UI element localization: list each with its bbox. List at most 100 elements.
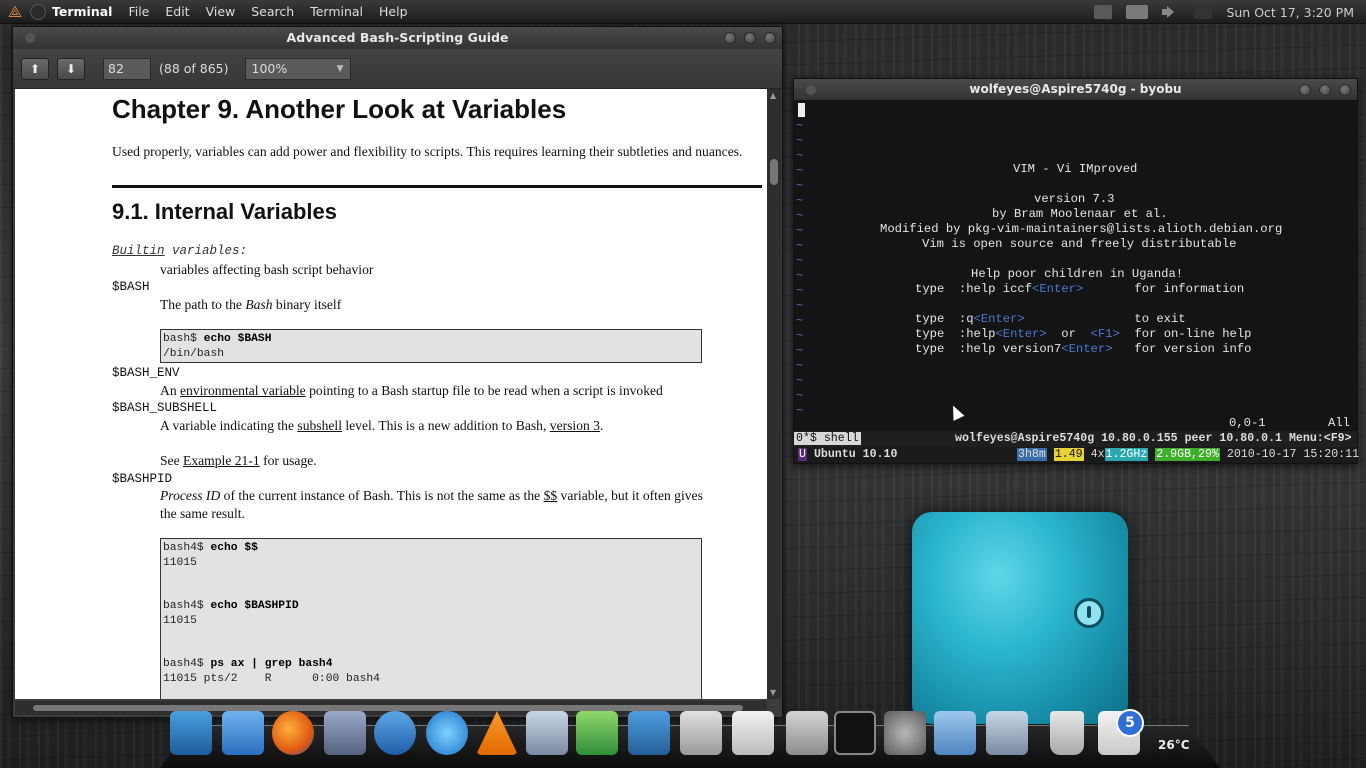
chapter-title: Chapter 9. Another Look at Variables [112, 94, 567, 124]
maximize-button[interactable] [744, 32, 756, 44]
builtin-rest: variables: [164, 244, 248, 258]
divider [112, 185, 762, 188]
terminal-icon[interactable] [834, 711, 876, 755]
pdf-window-title: Advanced Bash-Scripting Guide [286, 30, 509, 45]
menu-app-terminal[interactable]: Terminal [46, 0, 120, 24]
var-bashpid-desc: Process ID of the current instance of Ba… [160, 488, 703, 503]
vim-version: version 7.3 [1034, 192, 1115, 206]
terminal-window[interactable]: wolfeyes@Aspire5740g - byobu ~ ~ ~ ~ ~ ~ ~ ~… [793, 78, 1359, 464]
byobu-status-bar: U Ubuntu 10.10 3h8m 1.49 4x1.2GHz 2.9GB,2… [794, 447, 1359, 463]
document-page: Chapter 9. Another Look at Variables Use… [15, 89, 767, 699]
byobu-cpu-freq: 1.2GHz [1104, 448, 1149, 461]
weather-temperature[interactable]: 26°C [1158, 738, 1190, 752]
menu-search[interactable]: Search [243, 0, 302, 24]
clock[interactable]: Sun Oct 17, 3:20 PM [1226, 5, 1354, 20]
byobu-cpu-count: 4x [1090, 448, 1105, 461]
code-block-bash: bash$ echo $BASH /bin/bash [160, 329, 702, 363]
menu-edit[interactable]: Edit [157, 0, 197, 24]
code-block-bashpid: bash4$ echo $$ 11015 bash4$ echo $BASHPI… [160, 538, 702, 699]
settings-gear-icon[interactable] [884, 711, 926, 755]
menu-file[interactable]: File [120, 0, 157, 24]
byobu-stats: 3h8m 1.49 4x1.2GHz 2.9GB,29% 2010-10-17 … [1017, 447, 1359, 463]
vim-buffer[interactable]: ~ ~ ~ ~ ~ ~ ~ ~ ~ ~ ~ ~ ~ ~ ~ ~ ~ ~ ~ ~ VIM - Vi I… [796, 101, 1357, 431]
battery-icon[interactable] [1126, 5, 1149, 19]
network-icon[interactable] [1094, 5, 1113, 19]
vertical-scrollbar[interactable]: ▲ ▼ [767, 89, 781, 699]
finder-icon[interactable] [222, 711, 264, 755]
vim-ruler: 0,0-1 [1229, 416, 1266, 430]
vim-help-online: type :help<Enter> or <F1> for on-line he… [915, 327, 1252, 341]
anchor-icon[interactable] [170, 711, 212, 755]
terminal-titlebar[interactable]: wolfeyes@Aspire5740g - byobu [794, 79, 1357, 100]
image-viewer-icon[interactable] [986, 711, 1028, 755]
vertical-scroll-thumb[interactable] [770, 159, 778, 185]
trash-icon[interactable] [1050, 711, 1084, 755]
calculator-icon[interactable] [786, 711, 828, 755]
var-bash-env-desc: An environmental variable pointing to a … [160, 383, 663, 398]
chevron-down-icon: ▼ [336, 63, 344, 74]
folder-icon[interactable] [934, 711, 976, 755]
code-line: bash4$ ps ax | grep bash4 [163, 658, 333, 670]
system-tray: Sun Oct 17, 3:20 PM [1094, 0, 1366, 24]
byobu-host: wolfeyes@Aspire5740g 10.80.0.155 peer 10… [955, 432, 1352, 445]
builtin-link[interactable]: Builtin [112, 244, 165, 258]
mail-badge: 5 [1116, 709, 1144, 737]
keyhole-icon [1074, 598, 1104, 628]
maximize-button[interactable] [1319, 84, 1331, 96]
window-menu-icon[interactable] [25, 33, 35, 43]
zoom-value: 100% [251, 60, 288, 76]
textedit-icon[interactable] [732, 711, 774, 755]
environmental-variable-link[interactable]: environmental variable [180, 383, 306, 398]
vim-heading: VIM - Vi IMproved [1013, 162, 1138, 176]
example-21-1-link[interactable]: Example 21-1 [183, 453, 260, 468]
var-bashpid: $BASHPID [112, 472, 173, 486]
close-button[interactable] [1339, 84, 1351, 96]
vim-modified: Modified by pkg-vim-maintainers@lists.al… [880, 222, 1283, 236]
byobu-datetime: 2010-10-17 15:20:11 [1226, 448, 1360, 461]
dollar-dollar-link[interactable]: $$ [544, 488, 558, 503]
pdf-titlebar[interactable]: Advanced Bash-Scripting Guide [13, 27, 782, 49]
terminal-window-title: wolfeyes@Aspire5740g - byobu [969, 82, 1182, 96]
byobu-uptime: 3h8m [1017, 448, 1047, 461]
subshell-link[interactable]: subshell [297, 418, 342, 433]
pidgin-icon[interactable] [374, 711, 416, 755]
close-button[interactable] [764, 32, 776, 44]
indicator-icon[interactable] [1194, 5, 1213, 19]
byobu-window-0[interactable]: 0*$ shell [794, 432, 861, 445]
preview-icon[interactable] [526, 711, 568, 755]
minimize-button[interactable] [724, 32, 736, 44]
volume-icon[interactable] [1162, 5, 1180, 19]
firefox-icon[interactable] [272, 711, 314, 755]
zoom-select[interactable]: 100% ▼ [244, 57, 351, 80]
app-logo-icon[interactable]: ⟁ [4, 2, 26, 21]
scroll-down-icon[interactable]: ▼ [770, 688, 776, 697]
scanner-icon[interactable] [680, 711, 722, 755]
page-count: (88 of 865) [159, 61, 229, 76]
menu-help[interactable]: Help [371, 0, 416, 24]
page-number-input[interactable]: 82 [103, 57, 151, 80]
see-example: See Example 21-1 for usage. [160, 453, 317, 468]
photo-icon[interactable] [628, 711, 670, 755]
vim-help-iccf: type :help iccf<Enter> for information [915, 282, 1245, 296]
byobu-load: 1.49 [1053, 448, 1084, 461]
quill-icon[interactable] [576, 711, 618, 755]
vim-help-version: type :help version7<Enter> for version i… [915, 342, 1252, 356]
apple-logo-icon[interactable] [30, 3, 46, 20]
var-bash-desc: The path to the Bash binary itself [160, 297, 342, 312]
top-panel: ⟁ Terminal File Edit View Search Termina… [0, 0, 1366, 24]
byobu-distro: Ubuntu 10.10 [813, 448, 898, 461]
minimize-button[interactable] [1299, 84, 1311, 96]
next-page-button[interactable]: ⬇ [57, 57, 85, 80]
previous-page-button[interactable]: ⬆ [21, 57, 49, 80]
window-menu-icon[interactable] [806, 85, 816, 95]
itunes-icon[interactable] [426, 711, 468, 755]
text-cursor [798, 103, 805, 117]
scroll-up-icon[interactable]: ▲ [770, 91, 776, 100]
menu-view[interactable]: View [198, 0, 244, 24]
section-title: 9.1. Internal Variables [112, 199, 338, 224]
menu-terminal[interactable]: Terminal [302, 0, 371, 24]
version3-link[interactable]: version 3 [550, 418, 600, 433]
code-line: bash4$ echo $BASHPID [163, 600, 299, 612]
thunderbird-icon[interactable] [324, 711, 366, 755]
var-bash-env: $BASH_ENV [112, 366, 180, 380]
